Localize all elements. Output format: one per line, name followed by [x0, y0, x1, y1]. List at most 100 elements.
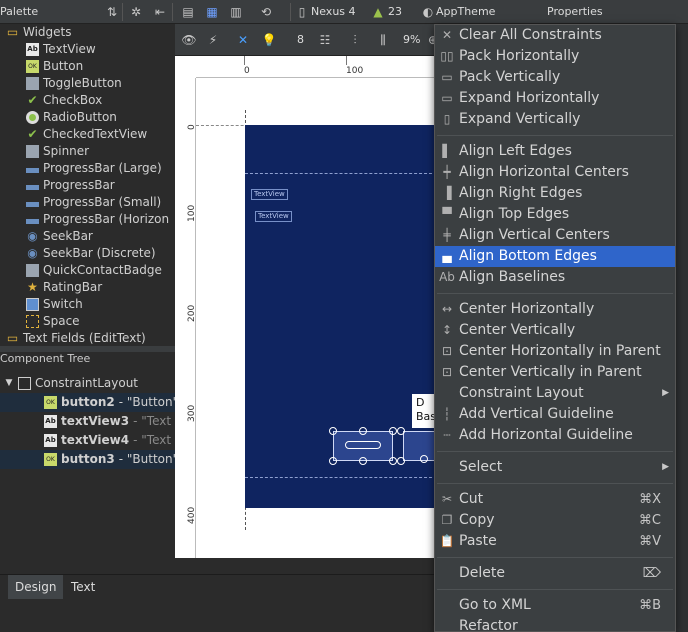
api-level-selector[interactable]: 23	[388, 5, 402, 18]
menu-item-align-baselines[interactable]: Ab Align Baselines	[435, 267, 675, 288]
clear-constraints-icon[interactable]: ✕	[235, 32, 251, 48]
tree-root[interactable]: ▼ ConstraintLayout	[0, 374, 175, 393]
design-toolbar: 👁 ⚡ ✕ 💡 8 ☷ ⫶ ⫼ 9% ⊕	[175, 24, 438, 56]
palette-item[interactable]: ◉ SeekBar	[0, 228, 175, 245]
anchor-handle[interactable]	[359, 427, 367, 435]
orientation-icon[interactable]: ⟲	[258, 4, 274, 20]
tree-node[interactable]: OK button3- "Button"	[0, 450, 178, 469]
hide-panel-icon[interactable]: ⇤	[152, 4, 168, 20]
palette-item[interactable]: Switch	[0, 296, 175, 313]
textview-icon: Ab	[44, 434, 57, 447]
menu-item-center-horizontally-in-parent[interactable]: ⊡ Center Horizontally in Parent	[435, 341, 675, 362]
top-toolbar: Palette ⇅ ✲ ⇤ ▤ ▦ ▥ ⟲ ▯ Nexus 4 ▲ 23 ◐ A…	[0, 0, 688, 24]
menu-item-expand-horizontally[interactable]: ▭ Expand Horizontally	[435, 88, 675, 109]
menu-item-refactor[interactable]: Refactor	[435, 616, 675, 632]
palette-item[interactable]: ◉ SeekBar (Discrete)	[0, 245, 175, 262]
palette-category[interactable]: ▭ Widgets	[0, 24, 175, 41]
show-constraints-icon[interactable]: 👁	[181, 32, 197, 48]
tree-node[interactable]: Ab textView4- "Text	[0, 431, 175, 450]
palette-item[interactable]: ProgressBar	[0, 177, 175, 194]
tree-node[interactable]: Ab textView3- "Text	[0, 412, 175, 431]
palette-item[interactable]: Space	[0, 313, 175, 330]
textview-preview[interactable]: TextView	[251, 189, 288, 200]
anchor-handle[interactable]	[359, 457, 367, 465]
palette-item[interactable]: ToggleButton	[0, 75, 175, 92]
menu-item-center-vertically-in-parent[interactable]: ⊡ Center Vertically in Parent	[435, 362, 675, 383]
palette-item-label: ProgressBar (Small)	[43, 195, 162, 209]
menu-item-align-right-edges[interactable]: ▐ Align Right Edges	[435, 183, 675, 204]
menu-item-expand-vertically[interactable]: ▯ Expand Vertically	[435, 109, 675, 130]
resize-handle[interactable]	[397, 457, 405, 465]
menu-item-pack-horizontally[interactable]: ▯▯ Pack Horizontally	[435, 46, 675, 67]
palette-item[interactable]: Spinner	[0, 143, 175, 160]
tree-node[interactable]: OK button2- "Button"	[0, 393, 179, 412]
palette-item[interactable]: RadioButton	[0, 109, 175, 126]
menu-item-label: Align Top Edges	[459, 206, 570, 222]
menu-item-label: Delete	[459, 565, 505, 581]
sort-icon[interactable]: ⇅	[104, 4, 120, 20]
resize-handle[interactable]	[389, 457, 397, 465]
palette-item[interactable]: ProgressBar (Horizon	[0, 211, 175, 228]
pack-icon[interactable]: ☷	[317, 32, 333, 48]
device-screen[interactable]: TextView TextView	[245, 125, 437, 508]
menu-item-align-top-edges[interactable]: ▀ Align Top Edges	[435, 204, 675, 225]
menu-item-clear-all-constraints[interactable]: ✕ Clear All Constraints	[435, 25, 675, 46]
palette-item[interactable]: ProgressBar (Large)	[0, 160, 175, 177]
palette-item-label: RadioButton	[43, 110, 117, 124]
device-selector[interactable]: Nexus 4	[311, 5, 356, 18]
resize-handle[interactable]	[329, 427, 337, 435]
blueprint-view-icon[interactable]: ▦	[204, 4, 220, 20]
theme-selector[interactable]: AppTheme	[436, 5, 495, 18]
tab-text[interactable]: Text	[64, 575, 102, 599]
menu-item-paste[interactable]: 📋 Paste ⌘V	[435, 531, 675, 552]
anchor-handle[interactable]	[420, 455, 428, 463]
menu-item-copy[interactable]: ❐ Copy ⌘C	[435, 510, 675, 531]
menu-item-align-vertical-centers[interactable]: ╪ Align Vertical Centers	[435, 225, 675, 246]
palette-item[interactable]: OK Button	[0, 58, 175, 75]
tree-node-type: - "Button"	[118, 395, 179, 409]
textview-preview[interactable]: TextView	[255, 211, 292, 222]
palette-panel: ▭ Widgets Ab TextView OK Button ToggleButton ✔ C…	[0, 24, 175, 346]
palette-item[interactable]: ★ RatingBar	[0, 279, 175, 296]
menu-item-add-vertical-guideline[interactable]: ┆ Add Vertical Guideline	[435, 404, 675, 425]
autoconnect-icon[interactable]: ⚡	[205, 32, 221, 48]
resize-handle[interactable]	[329, 457, 337, 465]
menu-item-delete[interactable]: Delete ⌦	[435, 563, 675, 584]
palette-item-label: ToggleButton	[43, 76, 122, 90]
menu-item-align-left-edges[interactable]: ▌ Align Left Edges	[435, 141, 675, 162]
palette-item[interactable]: ✔ CheckedTextView	[0, 126, 175, 143]
align-right-icon: ▐	[442, 186, 452, 200]
design-view-icon[interactable]: ▤	[180, 4, 196, 20]
collapse-icon[interactable]: ▼	[0, 374, 18, 393]
menu-item-align-bottom-edges[interactable]: ▄ Align Bottom Edges	[435, 246, 675, 267]
menu-item-select[interactable]: Select ▶	[435, 457, 675, 478]
guideline-icon[interactable]: ⫼	[375, 32, 391, 48]
resize-handle[interactable]	[389, 427, 397, 435]
menu-item-pack-vertically[interactable]: ▭ Pack Vertically	[435, 67, 675, 88]
palette-category[interactable]: ▭ Text Fields (EditText)	[0, 330, 175, 346]
checkedtext-icon: ✔	[27, 127, 38, 141]
infer-constraints-icon[interactable]: 💡	[261, 32, 277, 48]
zoom-level[interactable]: 9%	[403, 33, 420, 46]
ruler-label: 100	[346, 66, 364, 76]
seekbar-icon: ◉	[27, 246, 38, 260]
default-margin[interactable]: 8	[297, 33, 304, 46]
menu-item-center-horizontally[interactable]: ↔ Center Horizontally	[435, 299, 675, 320]
gear-icon[interactable]: ✲	[128, 4, 144, 20]
align-icon[interactable]: ⫶	[347, 32, 363, 48]
menu-item-center-vertically[interactable]: ↕ Center Vertically	[435, 320, 675, 341]
palette-item[interactable]: ProgressBar (Small)	[0, 194, 175, 211]
resize-handle[interactable]	[397, 427, 405, 435]
tab-design[interactable]: Design	[8, 575, 64, 599]
menu-item-add-horizontal-guideline[interactable]: ┄ Add Horizontal Guideline	[435, 425, 675, 446]
palette-item[interactable]: ✔ CheckBox	[0, 92, 175, 109]
menu-item-go-to-xml[interactable]: Go to XML ⌘B	[435, 595, 675, 616]
both-views-icon[interactable]: ▥	[228, 4, 244, 20]
palette-item[interactable]: QuickContactBadge	[0, 262, 175, 279]
menu-item-label: Pack Vertically	[459, 69, 561, 85]
menu-item-label: Align Baselines	[459, 269, 566, 285]
palette-item[interactable]: Ab TextView	[0, 41, 175, 58]
menu-item-constraint-layout[interactable]: Constraint Layout ▶	[435, 383, 675, 404]
menu-item-align-horizontal-centers[interactable]: ┿ Align Horizontal Centers	[435, 162, 675, 183]
menu-item-cut[interactable]: ✂ Cut ⌘X	[435, 489, 675, 510]
